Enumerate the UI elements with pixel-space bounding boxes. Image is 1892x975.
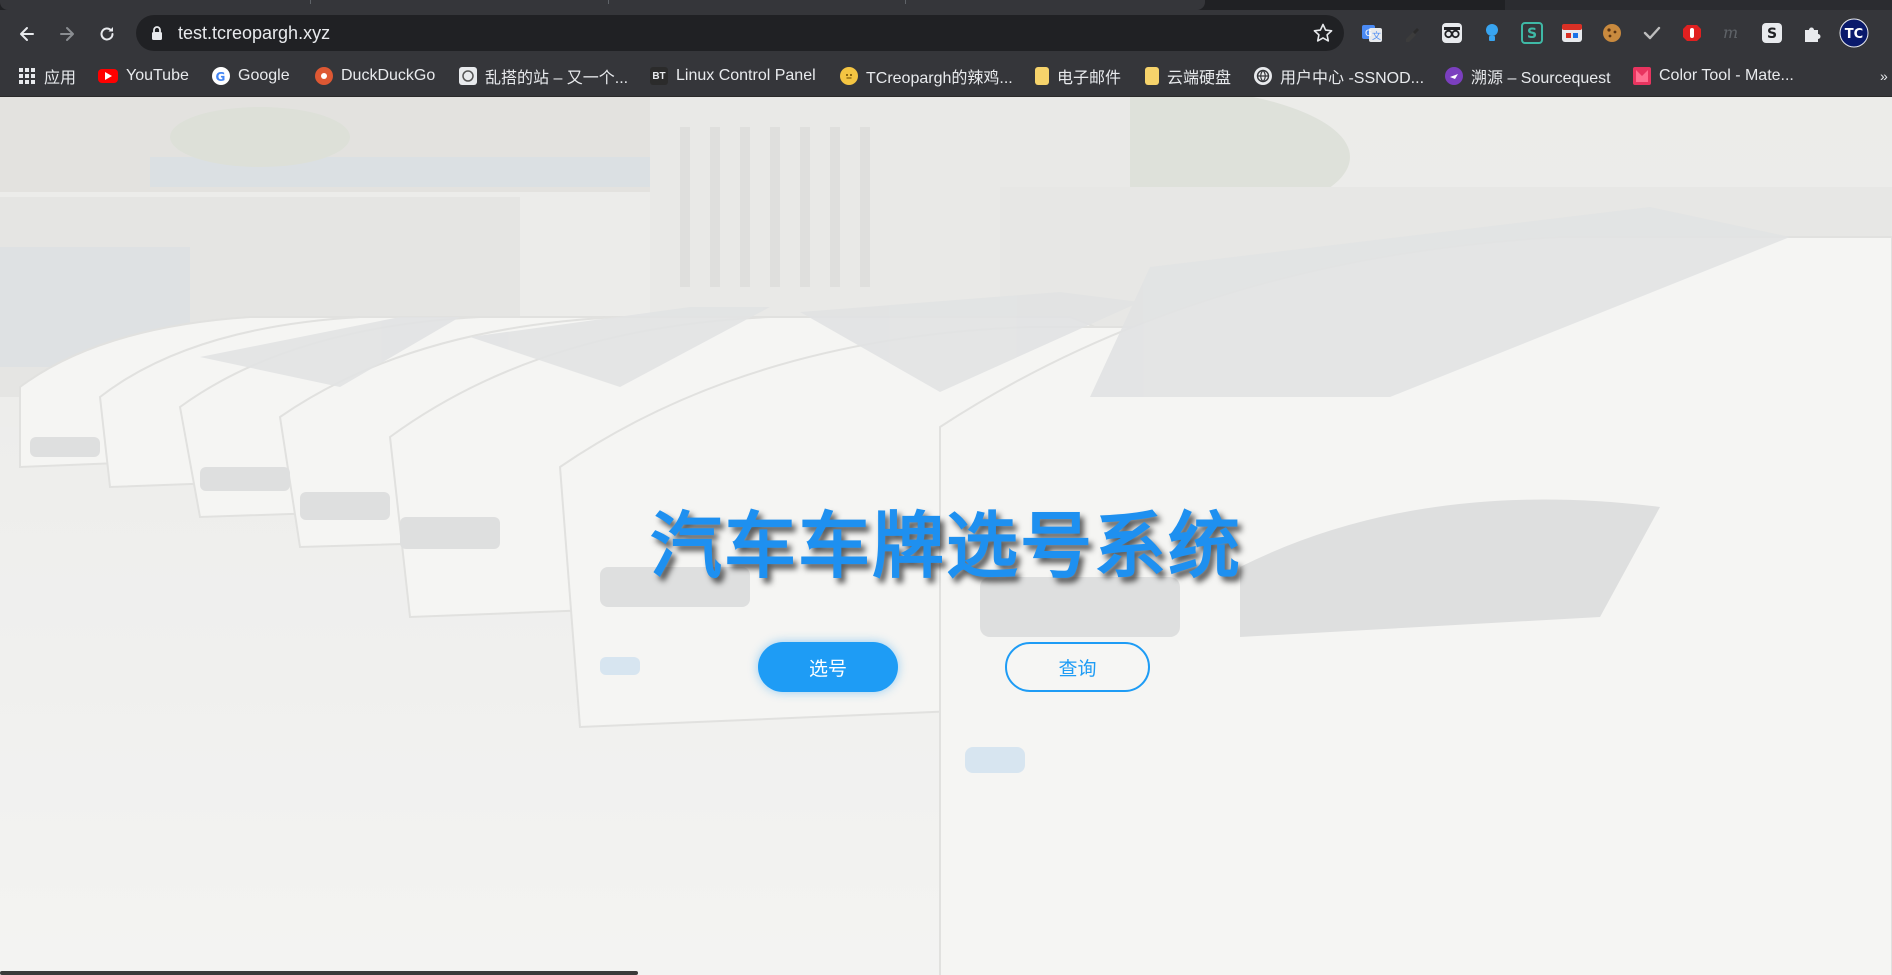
horizontal-scrollbar[interactable] <box>0 971 638 975</box>
bookmark-sourcequest[interactable]: 溯源 – Sourcequest <box>1445 64 1611 88</box>
bookmark-duckduckgo[interactable]: DuckDuckGo <box>315 64 435 88</box>
bookmark-star-icon[interactable] <box>1312 22 1334 44</box>
bookmark-label: TCreopargh的辣鸡... <box>866 70 1013 87</box>
svg-text:S: S <box>1527 26 1537 42</box>
puzzle-icon[interactable] <box>1799 20 1825 46</box>
svg-text:文: 文 <box>1372 30 1381 42</box>
folder-icon <box>1035 67 1049 85</box>
site-icon <box>459 67 477 85</box>
bookmark-user-center[interactable]: 用户中心 -SSNOD... <box>1254 64 1424 88</box>
emoji-icon <box>840 67 858 85</box>
tab-strip <box>0 0 1892 10</box>
browser-toolbar: test.tcreopargh.xyz G文 S m S TC <box>0 10 1892 56</box>
page-title: 汽车车牌选号系统 <box>649 504 1242 588</box>
bookmark-google[interactable]: G Google <box>212 64 290 88</box>
reload-icon <box>100 27 114 41</box>
sourcequest-icon <box>1445 67 1463 85</box>
stop-hand-icon[interactable] <box>1679 20 1705 46</box>
folder-icon <box>1145 67 1159 85</box>
bookmark-site[interactable]: 乱搭的站 – 又一个... <box>459 64 628 88</box>
duckduckgo-icon <box>315 67 333 85</box>
bookmark-label: 电子邮件 <box>1057 70 1122 87</box>
address-bar[interactable]: test.tcreopargh.xyz <box>136 15 1344 51</box>
active-tab[interactable] <box>0 0 1205 10</box>
select-number-button[interactable]: 选号 <box>758 642 898 692</box>
cookie-icon[interactable] <box>1599 20 1625 46</box>
bookmark-email[interactable]: 电子邮件 <box>1035 64 1121 88</box>
tab-separator <box>310 0 311 4</box>
bulb-icon[interactable] <box>1479 20 1505 46</box>
svg-text:G: G <box>216 70 226 83</box>
bookmarks-bar: 应用 YouTube G Google DuckDuckGo 乱搭的站 – 又一… <box>0 56 1892 97</box>
query-button[interactable]: 查询 <box>1005 642 1150 692</box>
bookmark-drive[interactable]: 云端硬盘 <box>1145 64 1231 88</box>
s-icon[interactable]: S <box>1519 20 1545 46</box>
bookmark-label: DuckDuckGo <box>341 67 436 84</box>
bookmark-label: 溯源 – Sourcequest <box>1471 70 1611 87</box>
globe-icon <box>1254 67 1272 85</box>
page-content: 汽车车牌选号系统 选号 查询 <box>0 97 1892 975</box>
profile-initials: TC <box>1845 27 1863 42</box>
translate-icon[interactable]: G文 <box>1359 20 1385 46</box>
bookmark-label: 应用 <box>44 70 77 87</box>
bookmark-color-tool[interactable]: Color Tool - Mate... <box>1633 64 1794 88</box>
back-button[interactable] <box>11 18 43 50</box>
bookmark-apps[interactable]: 应用 <box>18 64 76 88</box>
bookmark-label: Color Tool - Mate... <box>1659 67 1794 84</box>
forward-button[interactable] <box>51 18 83 50</box>
calendar-icon[interactable] <box>1559 20 1585 46</box>
arrow-left-icon <box>20 27 34 41</box>
svg-text:G: G <box>1365 29 1372 39</box>
tab-separator <box>905 0 906 4</box>
reload-button[interactable] <box>91 18 123 50</box>
check-icon[interactable] <box>1639 20 1665 46</box>
profile-avatar[interactable]: TC <box>1839 18 1869 48</box>
bookmark-label: 乱搭的站 – 又一个... <box>485 70 629 87</box>
inactive-tab[interactable] <box>1505 0 1892 10</box>
google-icon: G <box>212 67 230 85</box>
svg-text:m: m <box>1723 23 1738 42</box>
bookmark-tcreopargh[interactable]: TCreopargh的辣鸡... <box>840 64 1013 88</box>
bookmark-label: 云端硬盘 <box>1167 70 1232 87</box>
youtube-icon <box>98 69 118 83</box>
glasses-icon[interactable] <box>1439 20 1465 46</box>
tab-separator <box>608 0 609 4</box>
apps-icon <box>18 67 36 85</box>
bookmark-label: YouTube <box>126 67 189 84</box>
bookmark-youtube[interactable]: YouTube <box>98 64 189 88</box>
material-icon <box>1633 67 1651 85</box>
bookmark-label: Linux Control Panel <box>676 67 816 84</box>
bookmark-label: 用户中心 -SSNOD... <box>1280 70 1425 87</box>
bookmark-linux-control-panel[interactable]: BT Linux Control Panel <box>650 64 816 88</box>
dropper-icon[interactable] <box>1399 20 1425 46</box>
s-square-icon[interactable]: S <box>1759 20 1785 46</box>
bt-icon: BT <box>650 67 668 85</box>
bookmarks-overflow-button[interactable]: » <box>1880 64 1888 88</box>
m-icon[interactable]: m <box>1719 20 1745 46</box>
svg-text:S: S <box>1767 26 1777 42</box>
bookmark-label: Google <box>238 67 290 84</box>
arrow-right-icon <box>60 27 74 41</box>
lock-icon[interactable] <box>150 25 164 41</box>
url-text[interactable]: test.tcreopargh.xyz <box>178 15 330 51</box>
